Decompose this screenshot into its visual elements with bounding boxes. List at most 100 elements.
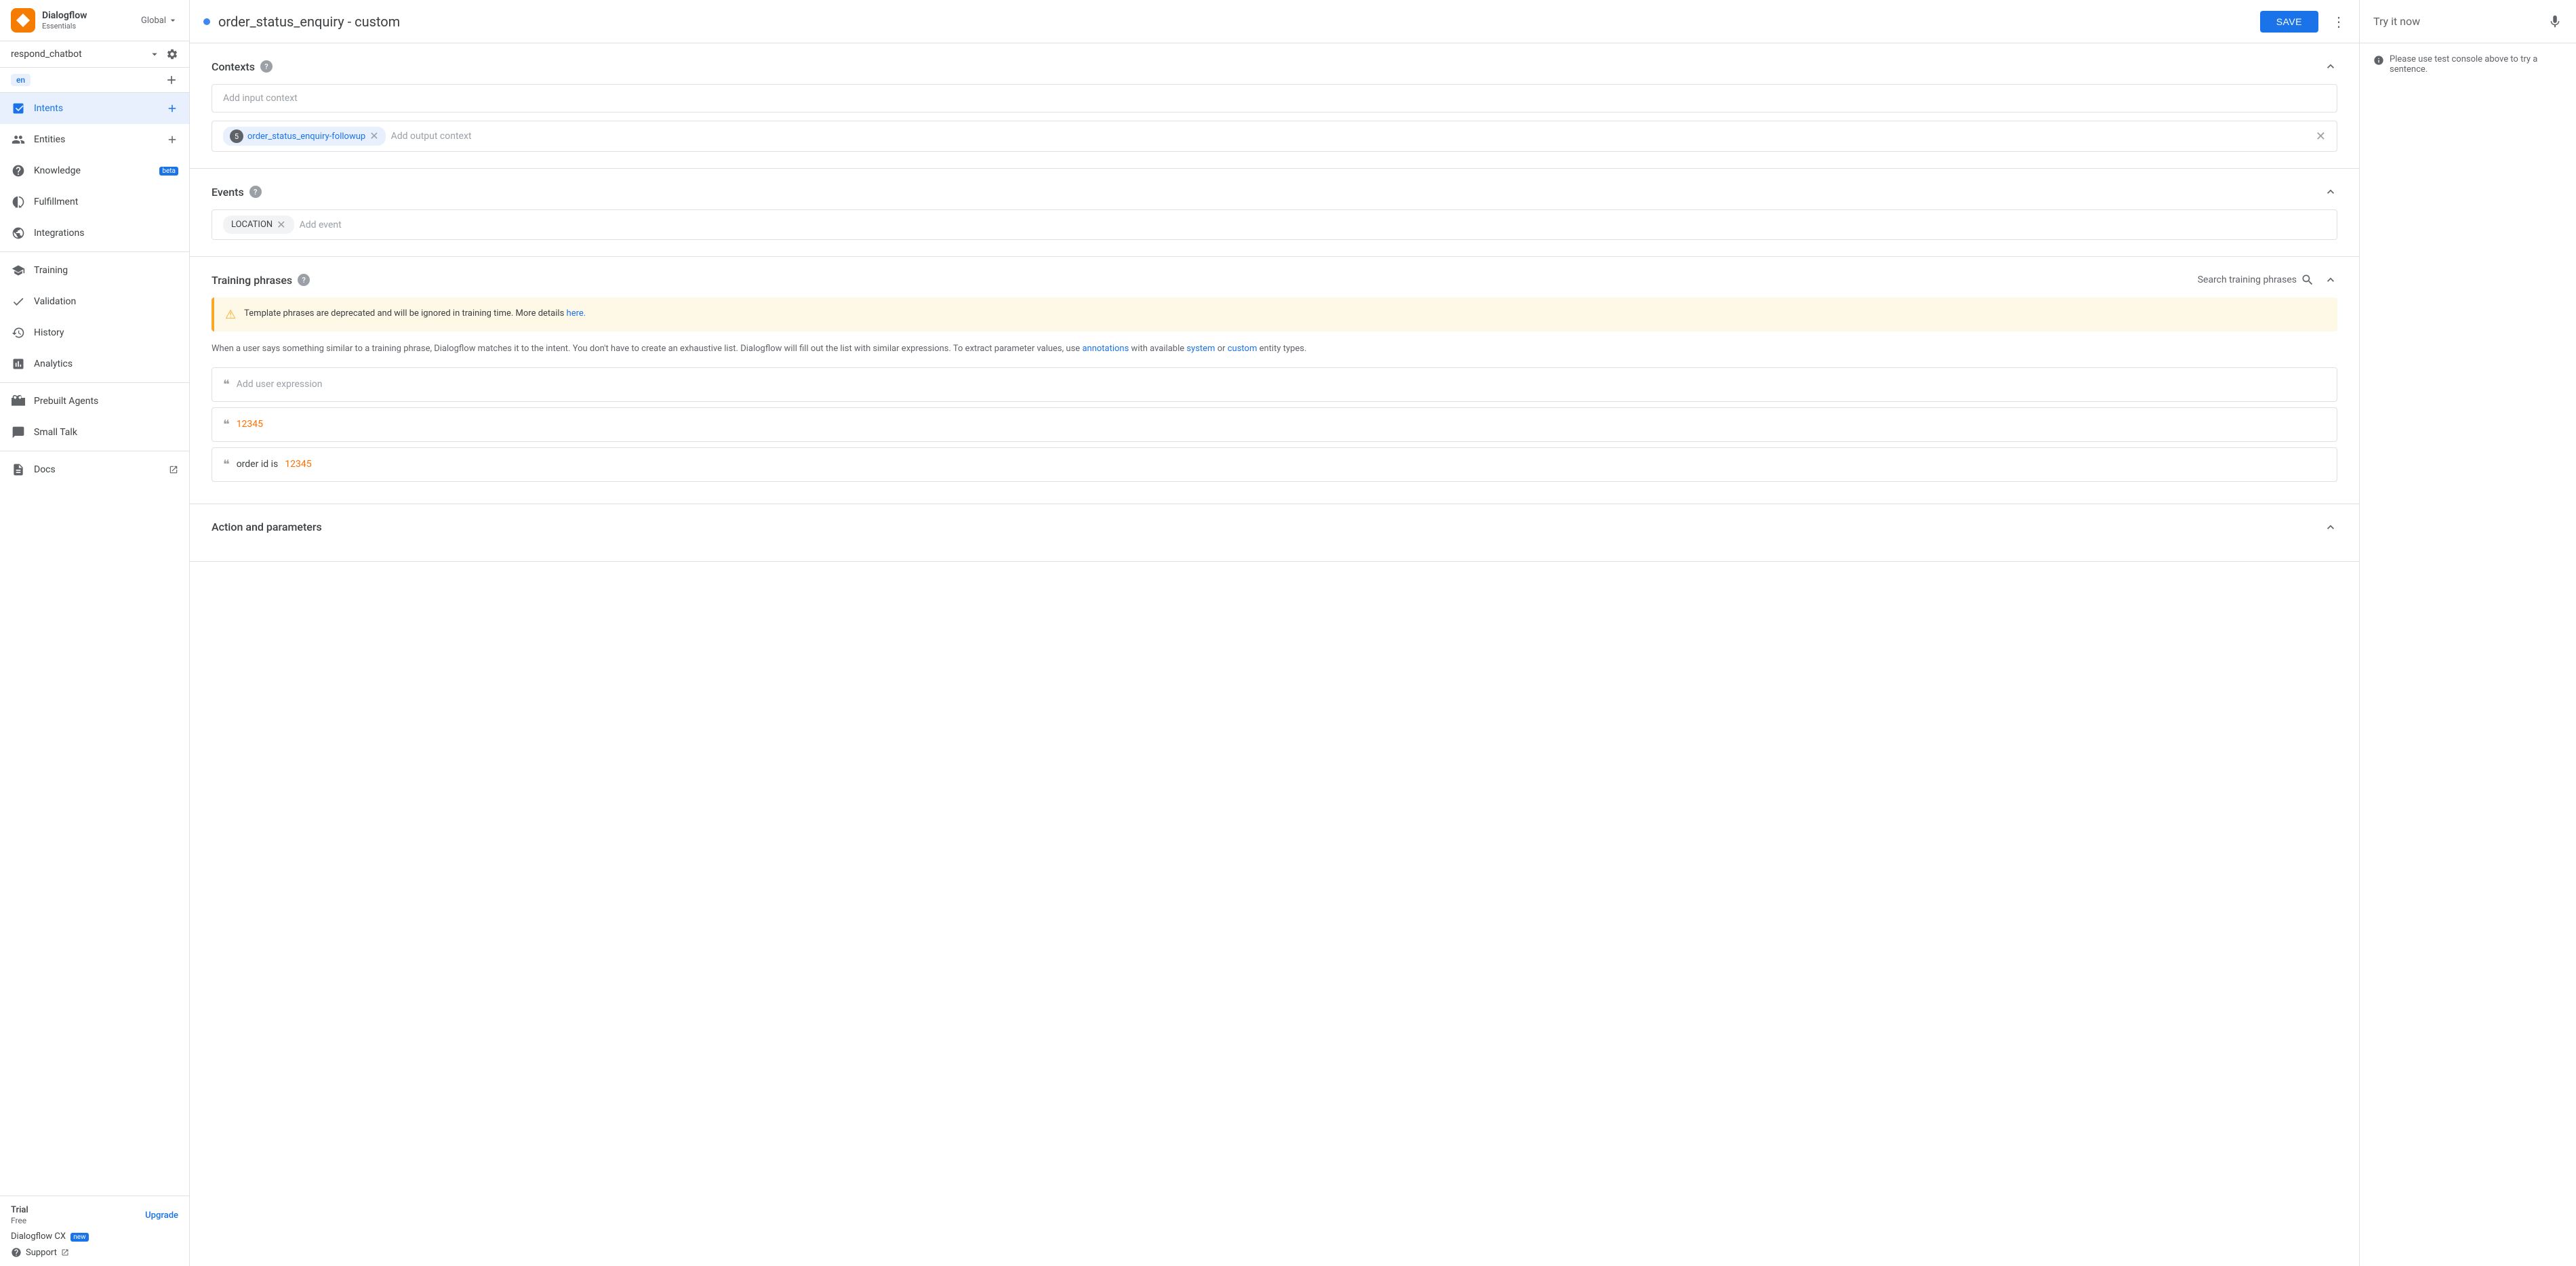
events-header: Events ?: [212, 185, 2337, 199]
sidebar-item-validation[interactable]: Validation: [0, 286, 189, 317]
training-phrases-collapse-button[interactable]: [2324, 273, 2337, 287]
try-info: Please use test console above to try a s…: [2360, 43, 2576, 85]
try-label: Try it now: [2373, 15, 2542, 28]
system-link[interactable]: system: [1186, 344, 1215, 354]
training-phrases-title: Training phrases ?: [212, 274, 310, 287]
phrase-quote-icon: ❝: [223, 417, 230, 432]
events-section: Events ? LOCATION ✕ Add event: [190, 169, 2359, 257]
sidebar-item-knowledge[interactable]: Knowledge beta: [0, 155, 189, 186]
training-phrases-help-icon[interactable]: ?: [298, 274, 310, 286]
input-context-field[interactable]: Add input context: [212, 84, 2337, 113]
support-label: Support: [26, 1248, 57, 1258]
training-info-text: When a user says something similar to a …: [212, 342, 2337, 356]
global-selector[interactable]: Global: [141, 15, 178, 26]
agent-actions: [148, 48, 178, 60]
try-panel: Try it now Please use test console above…: [2359, 0, 2576, 1266]
integrations-icon: [11, 226, 26, 241]
action-params-title: Action and parameters: [212, 520, 322, 533]
sidebar-item-analytics[interactable]: Analytics: [0, 348, 189, 380]
sidebar-item-history[interactable]: History: [0, 317, 189, 348]
events-title: Events ?: [212, 186, 262, 199]
action-params-collapse-button[interactable]: [2324, 520, 2337, 534]
training-phrases-section: Training phrases ? Search training phras…: [190, 257, 2359, 504]
sidebar-item-integrations[interactable]: Integrations: [0, 218, 189, 249]
sidebar-item-training[interactable]: Training: [0, 255, 189, 286]
events-collapse-button[interactable]: [2324, 185, 2337, 199]
history-label: History: [34, 327, 178, 338]
sidebar-footer: Trial Free Upgrade Dialogflow CX new Sup…: [0, 1196, 189, 1266]
add-expression-placeholder: Add user expression: [237, 379, 323, 390]
validation-icon: [11, 294, 26, 309]
sidebar-item-docs[interactable]: Docs: [0, 454, 189, 485]
remove-event-button[interactable]: ✕: [277, 218, 285, 231]
warning-link[interactable]: here.: [567, 308, 586, 319]
phrase-row: ❝ order id is 12345: [212, 447, 2337, 482]
support-link[interactable]: Support: [11, 1247, 178, 1258]
knowledge-icon: [11, 163, 26, 178]
dropdown-icon[interactable]: [148, 48, 161, 60]
training-label: Training: [34, 265, 178, 276]
trial-label: Trial: [11, 1205, 28, 1215]
brand-info: Dialogflow Essentials: [42, 10, 87, 30]
analytics-icon: [11, 356, 26, 371]
sidebar-item-intents[interactable]: Intents: [0, 93, 189, 124]
warning-banner: ⚠ Template phrases are deprecated and wi…: [212, 298, 2337, 331]
search-training-phrases-label: Search training phrases: [2198, 274, 2297, 285]
prebuilt-icon: [11, 394, 26, 409]
docs-icon: [11, 462, 26, 477]
contexts-collapse-button[interactable]: [2324, 60, 2337, 73]
mic-button[interactable]: [2548, 14, 2562, 29]
small-talk-icon: [11, 425, 26, 440]
sidebar-item-small-talk[interactable]: Small Talk: [0, 417, 189, 448]
phrase-text-2-highlight[interactable]: 12345: [285, 459, 311, 470]
add-event-field[interactable]: Add event: [300, 220, 342, 230]
clear-context-button[interactable]: ✕: [2316, 129, 2326, 144]
add-intent-button[interactable]: [166, 102, 178, 115]
quote-icon: ❝: [223, 377, 230, 392]
intents-label: Intents: [34, 103, 158, 114]
events-help-icon[interactable]: ?: [249, 186, 262, 198]
trial-plan: Free: [11, 1216, 26, 1225]
phrase-text-1[interactable]: 12345: [237, 419, 263, 430]
entities-icon: [11, 132, 26, 147]
contexts-title: Contexts ?: [212, 60, 273, 73]
add-language-button[interactable]: [165, 73, 178, 87]
search-icon[interactable]: [2301, 273, 2314, 287]
external-link-icon: [169, 465, 178, 474]
contexts-help-icon[interactable]: ?: [260, 60, 273, 73]
output-context-row: 5 order_status_enquiry-followup ✕ Add ou…: [212, 121, 2337, 152]
main-area: order_status_enquiry - custom SAVE ⋮ Con…: [190, 0, 2359, 1266]
settings-icon[interactable]: [166, 48, 178, 60]
upgrade-button[interactable]: Upgrade: [145, 1210, 178, 1221]
action-params-header: Action and parameters: [212, 520, 2337, 534]
custom-link[interactable]: custom: [1228, 344, 1257, 354]
try-info-text: Please use test console above to try a s…: [2390, 54, 2562, 75]
sidebar-item-fulfillment[interactable]: Fulfillment: [0, 186, 189, 218]
sidebar-item-entities[interactable]: Entities: [0, 124, 189, 155]
cx-new-badge: new: [71, 1233, 88, 1242]
remove-context-button[interactable]: ✕: [369, 131, 378, 142]
add-entity-button[interactable]: [166, 134, 178, 146]
external-link-icon: [61, 1248, 69, 1257]
context-lifespan[interactable]: 5: [230, 129, 243, 143]
lang-badge[interactable]: en: [11, 74, 31, 86]
warning-icon: ⚠: [225, 308, 236, 322]
analytics-label: Analytics: [34, 359, 178, 369]
agent-name: respond_chatbot: [11, 49, 148, 60]
intents-icon: [11, 101, 26, 116]
help-icon: [11, 1247, 22, 1258]
phrase-text-2-pre: order id is: [237, 459, 279, 470]
annotations-link[interactable]: annotations: [1082, 344, 1129, 354]
add-output-context-field[interactable]: Add output context: [391, 131, 2310, 142]
fulfillment-label: Fulfillment: [34, 197, 178, 207]
warning-text: Template phrases are deprecated and will…: [244, 307, 586, 321]
event-row: LOCATION ✕ Add event: [212, 209, 2337, 240]
save-button[interactable]: SAVE: [2260, 11, 2318, 33]
try-panel-header: Try it now: [2360, 0, 2576, 43]
sidebar-item-prebuilt[interactable]: Prebuilt Agents: [0, 386, 189, 417]
more-options-button[interactable]: ⋮: [2332, 14, 2346, 30]
phrase-row: ❝ 12345: [212, 407, 2337, 442]
dialogflow-cx-link[interactable]: Dialogflow CX new: [11, 1231, 178, 1242]
add-expression-input[interactable]: ❝ Add user expression: [212, 367, 2337, 402]
search-row: Search training phrases: [2198, 273, 2337, 287]
